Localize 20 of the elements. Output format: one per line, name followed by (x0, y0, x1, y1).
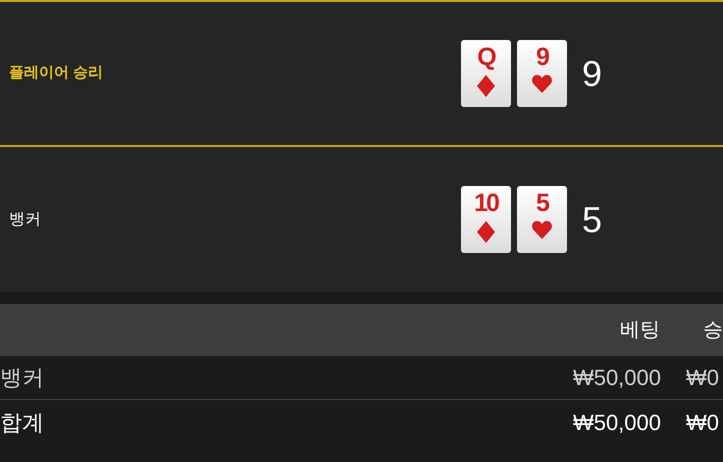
card-rank: 9 (536, 42, 548, 72)
heart-icon (532, 221, 552, 239)
table-cell: ₩50,000 (572, 410, 661, 434)
diamond-icon (477, 221, 495, 243)
heart-icon (532, 75, 552, 93)
table-cell: ₩0 (686, 410, 719, 434)
diamond-icon (477, 75, 495, 97)
column-header: 승 (703, 319, 723, 341)
hand-score: 9 (582, 56, 602, 92)
card-rank: 10 (474, 188, 498, 218)
hand-label: 플레이어 승리 (9, 64, 104, 82)
card-rank: 5 (536, 188, 548, 218)
table-cell: 합계 (0, 410, 44, 434)
table-cell: ₩0 (686, 365, 719, 390)
table-cell: 뱅커 (0, 365, 44, 390)
card-rank: Q (477, 42, 495, 72)
table-cell: ₩50,000 (572, 365, 661, 390)
hand-label: 뱅커 (9, 210, 41, 228)
hand-score: 5 (582, 202, 602, 238)
column-header: 베팅 (620, 319, 660, 341)
